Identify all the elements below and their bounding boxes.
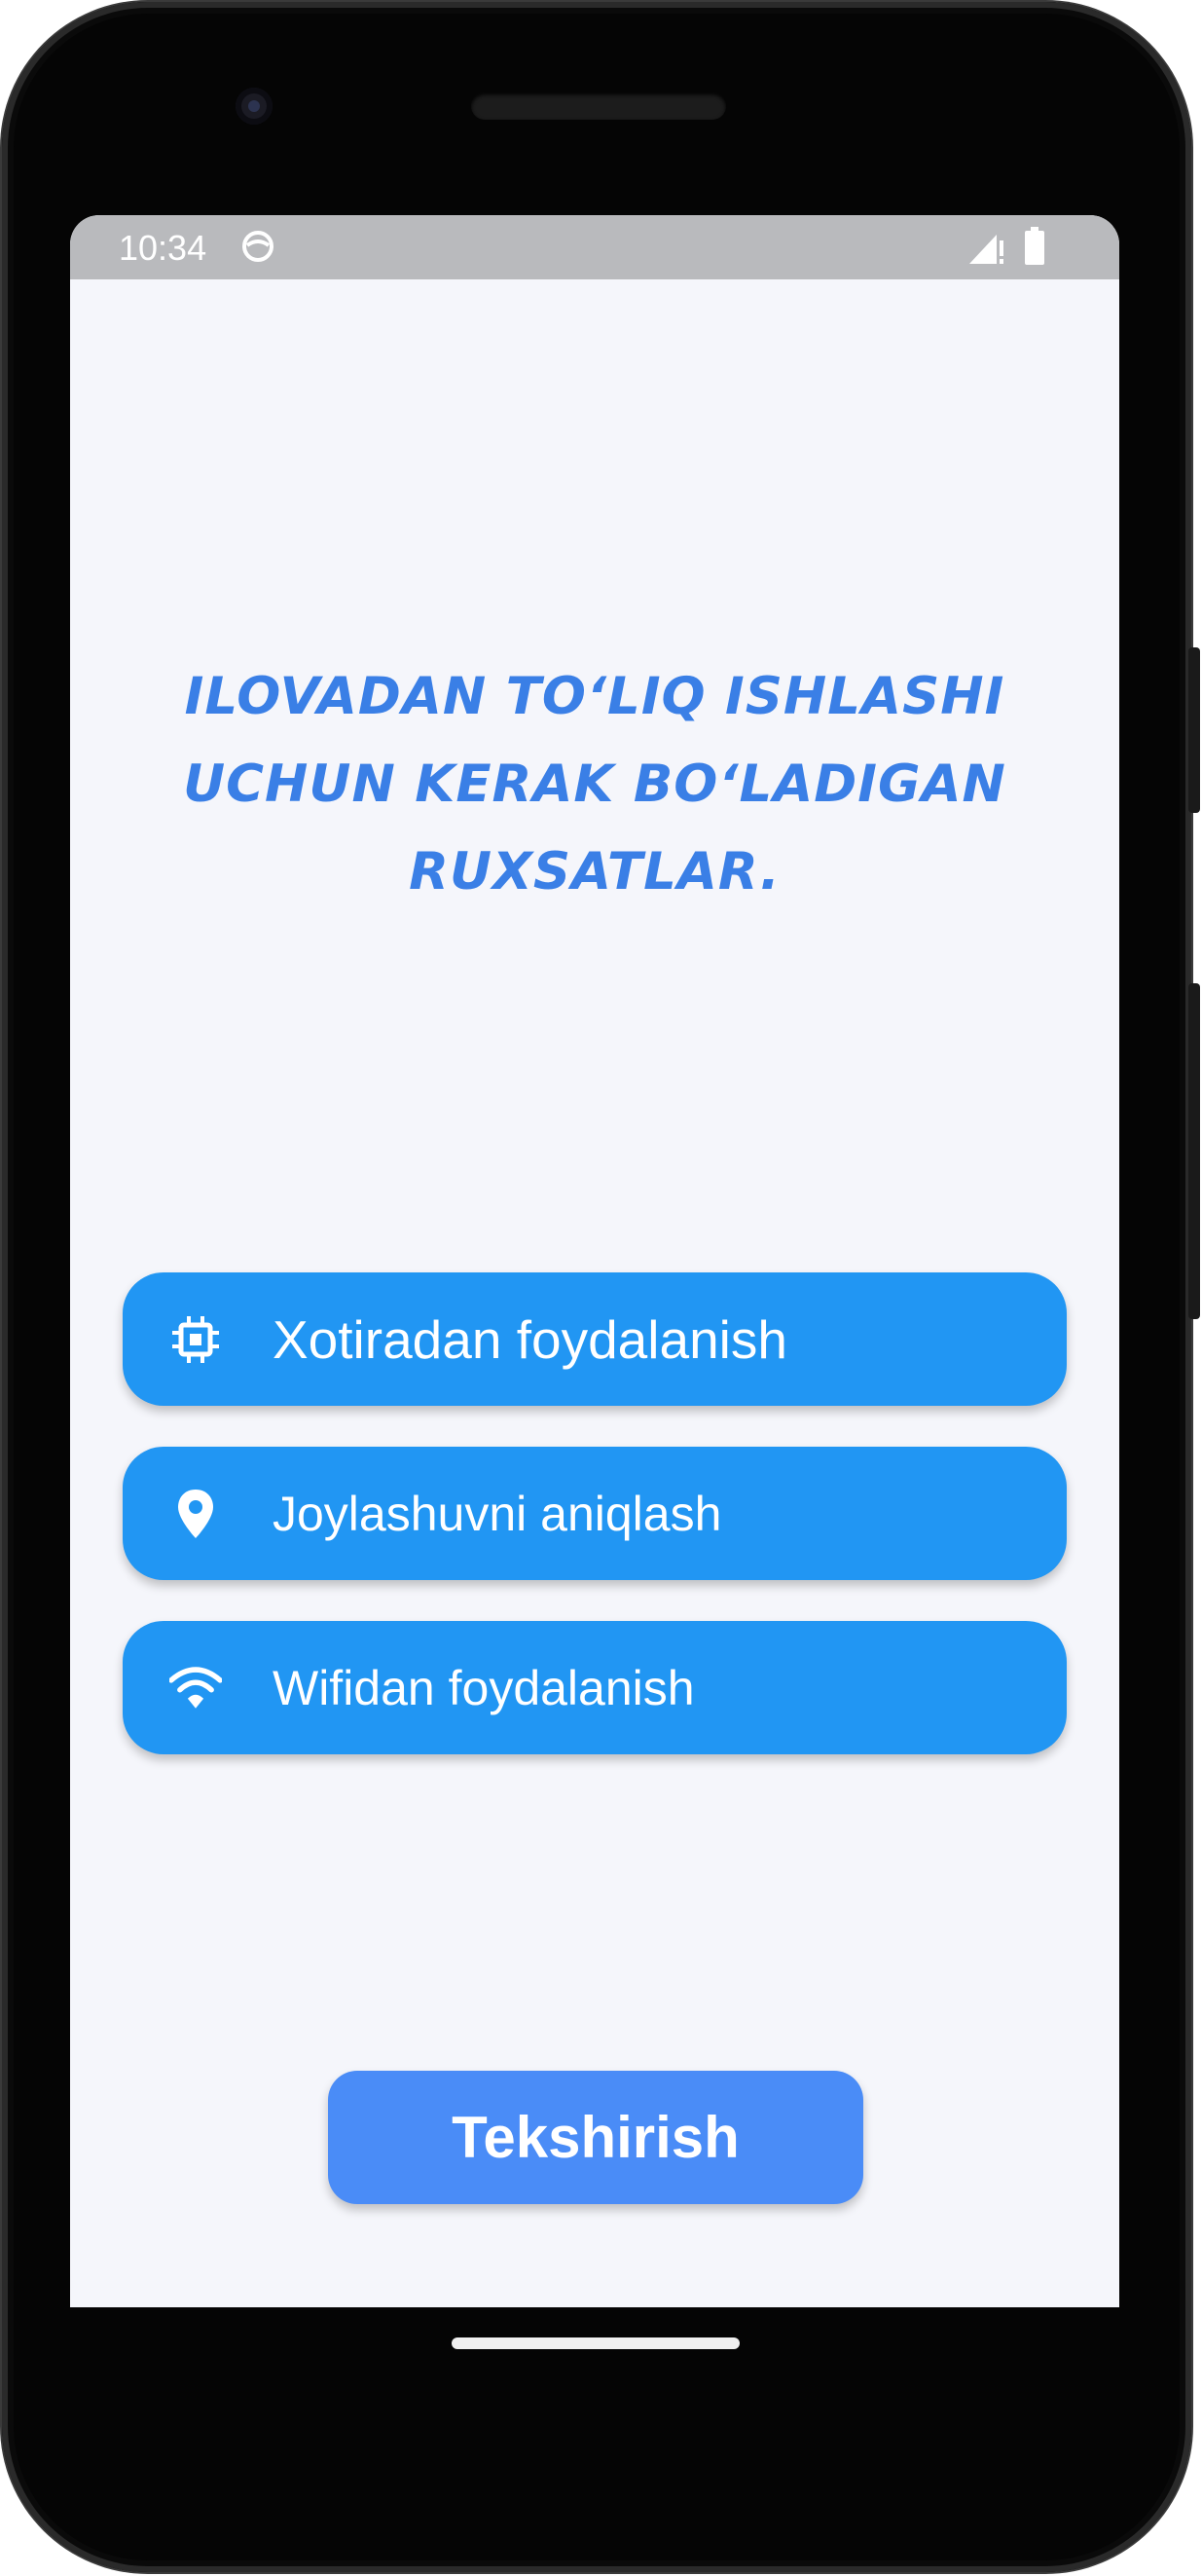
front-camera [236, 88, 273, 125]
storage-permission-button[interactable]: Xotiradan foydalanish [123, 1272, 1067, 1406]
volume-button [1188, 983, 1200, 1319]
status-bar: 10:34 [70, 215, 1119, 279]
location-pin-icon [169, 1488, 222, 1540]
power-button [1188, 647, 1200, 813]
home-indicator[interactable] [452, 2337, 740, 2349]
storage-permission-label: Xotiradan foydalanish [273, 1308, 787, 1370]
location-permission-label: Joylashuvni aniqlash [273, 1486, 722, 1541]
location-permission-button[interactable]: Joylashuvni aniqlash [123, 1447, 1067, 1580]
wifi-permission-label: Wifidan foydalanish [273, 1660, 695, 1715]
permissions-heading: Ilovadan to‘liq ishlashi uchun kerak bo‘… [183, 667, 1006, 902]
signal-no-data-icon [967, 231, 1006, 266]
earpiece-speaker [471, 92, 726, 120]
memory-chip-icon [169, 1313, 222, 1366]
wifi-icon [169, 1662, 222, 1714]
battery-full-icon [1024, 227, 1045, 266]
app-screen: 10:34 Ilovadan to [70, 215, 1119, 2307]
status-time: 10:34 [119, 228, 207, 268]
phone-frame: 10:34 Ilovadan to [2, 2, 1191, 2572]
check-button[interactable]: Tekshirish [328, 2071, 863, 2204]
android-face-icon [240, 229, 275, 264]
wifi-permission-button[interactable]: Wifidan foydalanish [123, 1621, 1067, 1754]
